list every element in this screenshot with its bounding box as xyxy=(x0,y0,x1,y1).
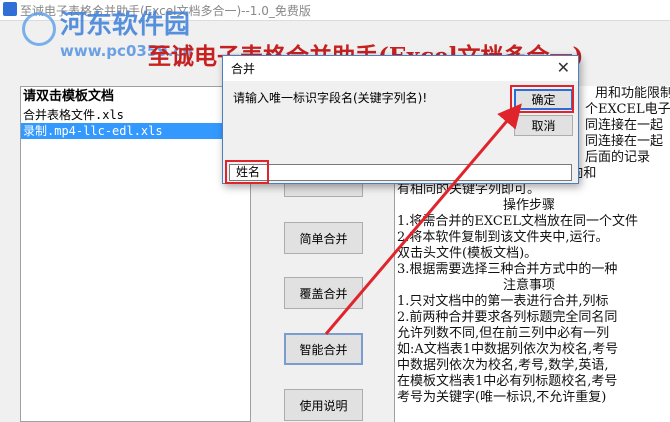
annotation-arrow xyxy=(324,85,574,335)
